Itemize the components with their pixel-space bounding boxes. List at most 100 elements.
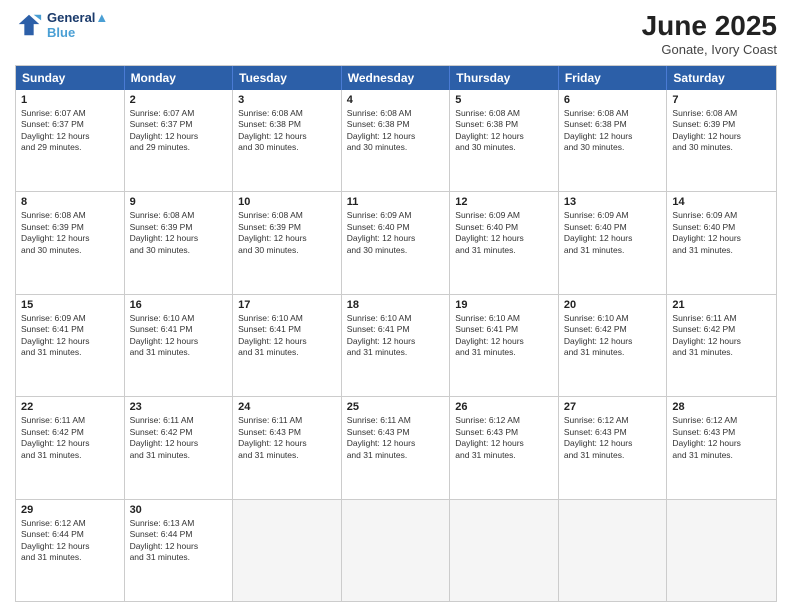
day-cell-17: 17 Sunrise: 6:10 AMSunset: 6:41 PMDaylig… xyxy=(233,295,342,396)
logo-text: General▲ Blue xyxy=(47,10,108,40)
day-number: 20 xyxy=(564,299,662,311)
day-cell-4: 4 Sunrise: 6:08 AMSunset: 6:38 PMDayligh… xyxy=(342,90,451,191)
day-number: 10 xyxy=(238,196,336,208)
day-cell-18: 18 Sunrise: 6:10 AMSunset: 6:41 PMDaylig… xyxy=(342,295,451,396)
day-cell-2: 2 Sunrise: 6:07 AMSunset: 6:37 PMDayligh… xyxy=(125,90,234,191)
day-cell-16: 16 Sunrise: 6:10 AMSunset: 6:41 PMDaylig… xyxy=(125,295,234,396)
day-cell-24: 24 Sunrise: 6:11 AMSunset: 6:43 PMDaylig… xyxy=(233,397,342,498)
day-cell-3: 3 Sunrise: 6:08 AMSunset: 6:38 PMDayligh… xyxy=(233,90,342,191)
day-number: 25 xyxy=(347,401,445,413)
day-info: Sunrise: 6:08 AMSunset: 6:39 PMDaylight:… xyxy=(130,210,228,256)
day-number: 17 xyxy=(238,299,336,311)
day-info: Sunrise: 6:10 AMSunset: 6:42 PMDaylight:… xyxy=(564,313,662,359)
day-cell-1: 1 Sunrise: 6:07 AMSunset: 6:37 PMDayligh… xyxy=(16,90,125,191)
day-info: Sunrise: 6:08 AMSunset: 6:39 PMDaylight:… xyxy=(238,210,336,256)
day-number: 18 xyxy=(347,299,445,311)
day-info: Sunrise: 6:11 AMSunset: 6:42 PMDaylight:… xyxy=(130,415,228,461)
day-number: 4 xyxy=(347,94,445,106)
day-cell-23: 23 Sunrise: 6:11 AMSunset: 6:42 PMDaylig… xyxy=(125,397,234,498)
day-cell-14: 14 Sunrise: 6:09 AMSunset: 6:40 PMDaylig… xyxy=(667,192,776,293)
day-info: Sunrise: 6:10 AMSunset: 6:41 PMDaylight:… xyxy=(238,313,336,359)
day-cell-6: 6 Sunrise: 6:08 AMSunset: 6:38 PMDayligh… xyxy=(559,90,668,191)
day-info: Sunrise: 6:11 AMSunset: 6:42 PMDaylight:… xyxy=(21,415,119,461)
empty-day-cell xyxy=(667,500,776,601)
day-cell-5: 5 Sunrise: 6:08 AMSunset: 6:38 PMDayligh… xyxy=(450,90,559,191)
day-cell-19: 19 Sunrise: 6:10 AMSunset: 6:41 PMDaylig… xyxy=(450,295,559,396)
day-cell-21: 21 Sunrise: 6:11 AMSunset: 6:42 PMDaylig… xyxy=(667,295,776,396)
location: Gonate, Ivory Coast xyxy=(642,42,777,57)
day-cell-15: 15 Sunrise: 6:09 AMSunset: 6:41 PMDaylig… xyxy=(16,295,125,396)
day-info: Sunrise: 6:08 AMSunset: 6:39 PMDaylight:… xyxy=(21,210,119,256)
day-info: Sunrise: 6:12 AMSunset: 6:44 PMDaylight:… xyxy=(21,518,119,564)
week-row-4: 22 Sunrise: 6:11 AMSunset: 6:42 PMDaylig… xyxy=(16,396,776,498)
day-info: Sunrise: 6:09 AMSunset: 6:40 PMDaylight:… xyxy=(564,210,662,256)
day-info: Sunrise: 6:09 AMSunset: 6:41 PMDaylight:… xyxy=(21,313,119,359)
day-info: Sunrise: 6:08 AMSunset: 6:39 PMDaylight:… xyxy=(672,108,771,154)
day-cell-8: 8 Sunrise: 6:08 AMSunset: 6:39 PMDayligh… xyxy=(16,192,125,293)
empty-day-cell xyxy=(233,500,342,601)
day-number: 23 xyxy=(130,401,228,413)
day-info: Sunrise: 6:13 AMSunset: 6:44 PMDaylight:… xyxy=(130,518,228,564)
day-number: 19 xyxy=(455,299,553,311)
day-info: Sunrise: 6:08 AMSunset: 6:38 PMDaylight:… xyxy=(238,108,336,154)
day-number: 27 xyxy=(564,401,662,413)
header: General▲ Blue June 2025 Gonate, Ivory Co… xyxy=(15,10,777,57)
day-info: Sunrise: 6:08 AMSunset: 6:38 PMDaylight:… xyxy=(455,108,553,154)
day-cell-28: 28 Sunrise: 6:12 AMSunset: 6:43 PMDaylig… xyxy=(667,397,776,498)
day-number: 7 xyxy=(672,94,771,106)
header-sunday: Sunday xyxy=(16,66,125,90)
day-cell-9: 9 Sunrise: 6:08 AMSunset: 6:39 PMDayligh… xyxy=(125,192,234,293)
empty-day-cell xyxy=(559,500,668,601)
day-number: 15 xyxy=(21,299,119,311)
day-number: 13 xyxy=(564,196,662,208)
week-row-5: 29 Sunrise: 6:12 AMSunset: 6:44 PMDaylig… xyxy=(16,499,776,601)
day-cell-20: 20 Sunrise: 6:10 AMSunset: 6:42 PMDaylig… xyxy=(559,295,668,396)
header-friday: Friday xyxy=(559,66,668,90)
day-info: Sunrise: 6:07 AMSunset: 6:37 PMDaylight:… xyxy=(21,108,119,154)
day-number: 9 xyxy=(130,196,228,208)
day-cell-11: 11 Sunrise: 6:09 AMSunset: 6:40 PMDaylig… xyxy=(342,192,451,293)
header-thursday: Thursday xyxy=(450,66,559,90)
day-cell-26: 26 Sunrise: 6:12 AMSunset: 6:43 PMDaylig… xyxy=(450,397,559,498)
header-saturday: Saturday xyxy=(667,66,776,90)
day-number: 3 xyxy=(238,94,336,106)
title-block: June 2025 Gonate, Ivory Coast xyxy=(642,10,777,57)
day-number: 22 xyxy=(21,401,119,413)
day-number: 21 xyxy=(672,299,771,311)
day-number: 8 xyxy=(21,196,119,208)
day-number: 29 xyxy=(21,504,119,516)
week-row-2: 8 Sunrise: 6:08 AMSunset: 6:39 PMDayligh… xyxy=(16,191,776,293)
day-info: Sunrise: 6:09 AMSunset: 6:40 PMDaylight:… xyxy=(455,210,553,256)
day-number: 28 xyxy=(672,401,771,413)
empty-day-cell xyxy=(450,500,559,601)
day-cell-22: 22 Sunrise: 6:11 AMSunset: 6:42 PMDaylig… xyxy=(16,397,125,498)
day-number: 2 xyxy=(130,94,228,106)
header-tuesday: Tuesday xyxy=(233,66,342,90)
weeks: 1 Sunrise: 6:07 AMSunset: 6:37 PMDayligh… xyxy=(16,90,776,601)
day-info: Sunrise: 6:09 AMSunset: 6:40 PMDaylight:… xyxy=(672,210,771,256)
day-info: Sunrise: 6:12 AMSunset: 6:43 PMDaylight:… xyxy=(455,415,553,461)
day-number: 14 xyxy=(672,196,771,208)
empty-day-cell xyxy=(342,500,451,601)
logo-icon xyxy=(15,11,43,39)
day-info: Sunrise: 6:10 AMSunset: 6:41 PMDaylight:… xyxy=(455,313,553,359)
day-number: 1 xyxy=(21,94,119,106)
day-info: Sunrise: 6:11 AMSunset: 6:43 PMDaylight:… xyxy=(238,415,336,461)
day-info: Sunrise: 6:12 AMSunset: 6:43 PMDaylight:… xyxy=(564,415,662,461)
day-info: Sunrise: 6:10 AMSunset: 6:41 PMDaylight:… xyxy=(347,313,445,359)
day-cell-12: 12 Sunrise: 6:09 AMSunset: 6:40 PMDaylig… xyxy=(450,192,559,293)
day-number: 6 xyxy=(564,94,662,106)
day-number: 30 xyxy=(130,504,228,516)
day-number: 24 xyxy=(238,401,336,413)
day-number: 5 xyxy=(455,94,553,106)
week-row-3: 15 Sunrise: 6:09 AMSunset: 6:41 PMDaylig… xyxy=(16,294,776,396)
day-number: 12 xyxy=(455,196,553,208)
header-wednesday: Wednesday xyxy=(342,66,451,90)
day-info: Sunrise: 6:07 AMSunset: 6:37 PMDaylight:… xyxy=(130,108,228,154)
day-cell-29: 29 Sunrise: 6:12 AMSunset: 6:44 PMDaylig… xyxy=(16,500,125,601)
month-title: June 2025 xyxy=(642,10,777,42)
day-info: Sunrise: 6:08 AMSunset: 6:38 PMDaylight:… xyxy=(564,108,662,154)
day-number: 26 xyxy=(455,401,553,413)
day-cell-10: 10 Sunrise: 6:08 AMSunset: 6:39 PMDaylig… xyxy=(233,192,342,293)
day-info: Sunrise: 6:11 AMSunset: 6:43 PMDaylight:… xyxy=(347,415,445,461)
